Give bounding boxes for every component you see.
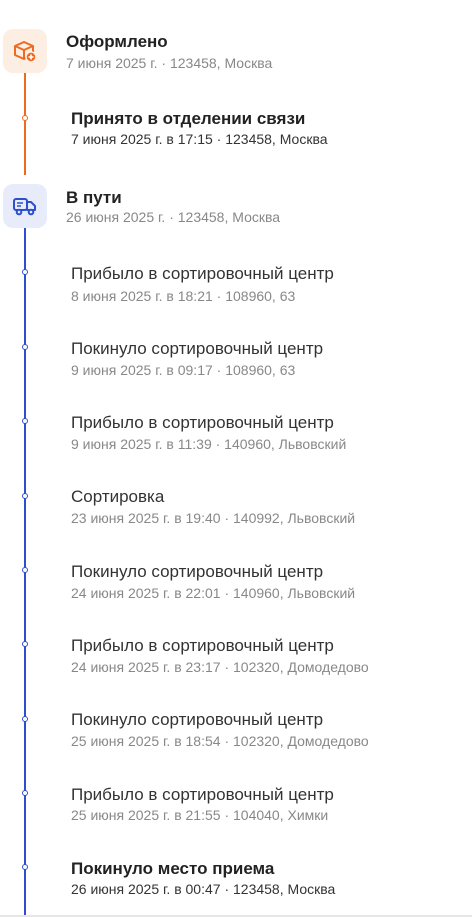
timeline-dot [22, 344, 28, 350]
event-detail: 26 июня 2025 г. в 00:47 · 123458, Москва [71, 881, 336, 897]
truck-icon [3, 184, 47, 228]
event-detail: 7 июня 2025 г. в 17:15 · 123458, Москва [71, 131, 328, 147]
event-detail: 23 июня 2025 г. в 19:40 · 140992, Львовс… [71, 510, 356, 526]
stage-subtitle: 26 июня 2025 г. · 123458, Москва [66, 209, 281, 225]
event-detail: 25 июня 2025 г. в 18:54 · 102320, Домоде… [71, 733, 369, 749]
event-detail: 8 июня 2025 г. в 18:21 · 108960, 63 [71, 288, 296, 304]
timeline-dot [22, 864, 28, 870]
timeline-dot [22, 115, 28, 121]
event-detail: 25 июня 2025 г. в 21:55 · 104040, Химки [71, 807, 329, 823]
event-detail: 24 июня 2025 г. в 23:17 · 102320, Домоде… [71, 659, 369, 675]
stage-title: Оформлено [66, 32, 168, 51]
timeline-dot [22, 567, 28, 573]
event-detail: 9 июня 2025 г. в 09:17 · 108960, 63 [71, 362, 296, 378]
timeline-dot [22, 269, 28, 275]
event-title: Прибыло в сортировочный центр [71, 264, 334, 283]
timeline-dot [22, 790, 28, 796]
event-title: Прибыло в сортировочный центр [71, 636, 334, 655]
timeline-dot [22, 493, 28, 499]
timeline-dot [22, 418, 28, 424]
event-title: Покинуло сортировочный центр [71, 710, 324, 729]
event-title: Прибыло в сортировочный центр [71, 413, 334, 432]
timeline-dot [22, 716, 28, 722]
stage-title: В пути [66, 188, 122, 207]
stage-subtitle: 7 июня 2025 г. · 123458, Москва [66, 55, 273, 71]
event-title: Принято в отделении связи [71, 109, 306, 128]
event-title: Сортировка [71, 487, 165, 506]
timeline-dot [22, 641, 28, 647]
timeline-track-orange [24, 73, 26, 175]
event-title: Покинуло сортировочный центр [71, 339, 324, 358]
event-detail: 9 июня 2025 г. в 11:39 · 140960, Львовск… [71, 436, 347, 452]
event-title: Покинуло сортировочный центр [71, 562, 324, 581]
event-title: Покинуло место приема [71, 859, 275, 878]
event-title: Прибыло в сортировочный центр [71, 785, 334, 804]
event-detail: 24 июня 2025 г. в 22:01 · 140960, Львовс… [71, 585, 356, 601]
box-add-icon [3, 29, 47, 73]
